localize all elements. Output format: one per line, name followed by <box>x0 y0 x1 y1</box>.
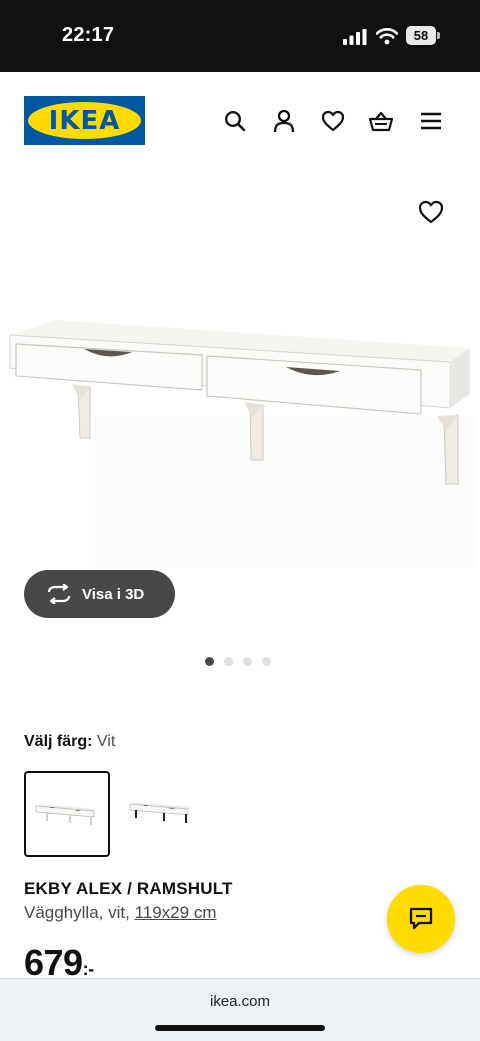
battery-icon: 58 <box>406 26 440 45</box>
view-3d-button[interactable]: Visa i 3D <box>24 570 175 618</box>
color-option-white-black[interactable] <box>114 771 200 857</box>
carousel-dot-3[interactable] <box>243 657 252 666</box>
home-indicator[interactable] <box>155 1025 325 1031</box>
account-button[interactable] <box>271 108 297 134</box>
basket-icon <box>368 111 394 132</box>
wifi-icon <box>376 28 398 45</box>
carousel-dot-4[interactable] <box>262 657 271 666</box>
product-name: EKBY ALEX / RAMSHULT <box>24 879 233 898</box>
carousel-dots <box>205 657 271 666</box>
logo-text: IKEA <box>48 105 121 136</box>
status-bar: 22:17 58 <box>0 0 480 72</box>
browser-url[interactable]: ikea.com <box>0 993 480 1010</box>
chat-icon <box>409 907 433 930</box>
rotate-3d-icon <box>47 584 71 604</box>
status-time: 22:17 <box>62 24 115 46</box>
price-suffix: :- <box>82 959 95 979</box>
search-icon <box>224 110 246 132</box>
signal-icon <box>343 29 367 45</box>
wishlist-button[interactable] <box>320 108 346 134</box>
price-value: 679 <box>24 942 83 983</box>
favorite-heart-icon[interactable] <box>417 199 445 225</box>
site-header: IKEA <box>0 72 480 172</box>
menu-icon <box>421 112 441 130</box>
carousel-dot-2[interactable] <box>224 657 233 666</box>
cart-button[interactable] <box>368 108 394 134</box>
view-3d-label: Visa i 3D <box>82 585 145 603</box>
carousel-dot-1[interactable] <box>205 657 214 666</box>
ikea-logo[interactable]: IKEA <box>24 96 145 145</box>
search-button[interactable] <box>222 108 248 134</box>
user-icon <box>273 109 295 133</box>
battery-level: 58 <box>406 26 436 45</box>
color-option-white[interactable] <box>24 771 110 857</box>
heart-icon <box>321 110 345 132</box>
color-option-white-black-thumbnail <box>129 802 192 823</box>
color-label: Välj färg: <box>24 733 93 750</box>
product-image[interactable] <box>0 172 480 602</box>
menu-button[interactable] <box>418 108 444 134</box>
chat-button[interactable] <box>387 885 455 953</box>
product-size-link[interactable]: 119x29 cm <box>135 903 217 922</box>
color-option-white-thumbnail <box>35 804 98 825</box>
color-selector-label: Välj färg: Vit <box>24 733 115 751</box>
product-description: Vägghylla, vit, 119x29 cm <box>24 903 216 923</box>
color-value: Vit <box>96 733 116 750</box>
product-type: Vägghylla, vit, <box>24 903 130 922</box>
browser-address-bar[interactable]: ikea.com <box>0 978 480 1041</box>
